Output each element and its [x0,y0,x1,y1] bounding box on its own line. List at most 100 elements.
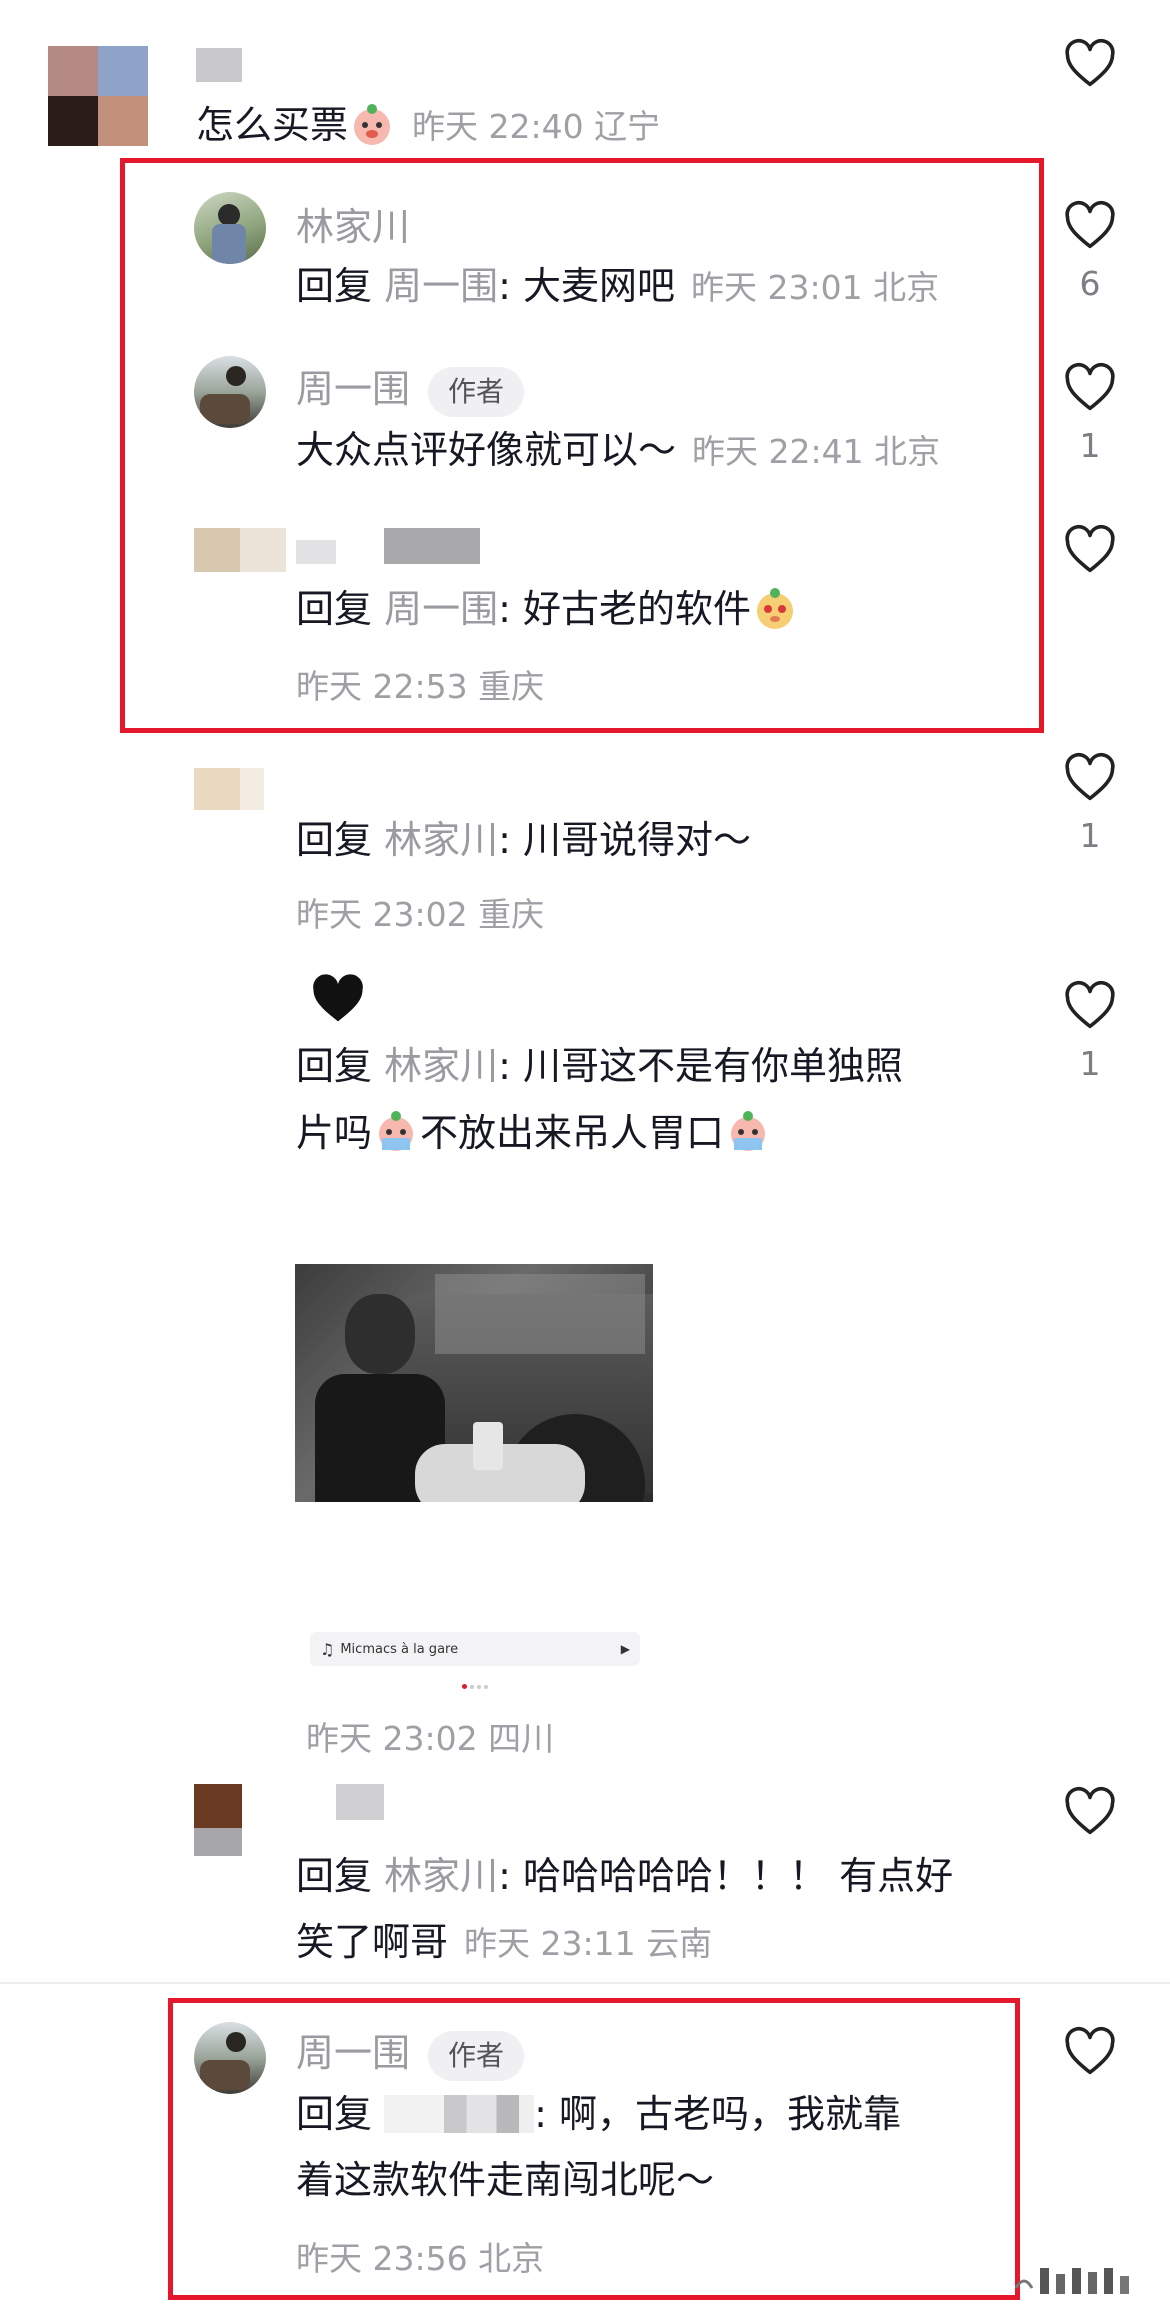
avatar[interactable] [48,46,148,146]
comment-time: 昨天 22:41 北京 [692,432,941,471]
avatar-redacted [240,528,286,572]
reply-to-user[interactable]: 林家川 [384,1044,498,1088]
heart-outline-icon [1065,2026,1115,2075]
dot [477,1685,481,1689]
reply-label: 回复 [296,1854,373,1898]
author-badge: 作者 [428,366,525,417]
dot-active [462,1684,467,1689]
music-title: Micmacs à la gare [340,1641,459,1657]
sticker-emoji [348,100,396,148]
music-note-icon: ♫ [320,1639,335,1659]
music-bar[interactable]: ♫ Micmacs à la gare ▶ [310,1632,640,1666]
like-count: 6 [1079,264,1101,303]
avatar-redacted[interactable] [194,768,240,810]
username[interactable]: 周一围 作者 [296,358,525,417]
comment-text: 回复 周一围: 好古老的软件 [296,584,799,633]
reply-to-user[interactable]: 周一围 [384,264,498,308]
comment-time: 昨天 23:56 北京 [296,2239,545,2278]
photo-cup [473,1422,503,1470]
comment-photo[interactable] [295,1264,653,1502]
comment-text: 大众点评好像就可以～ 昨天 22:41 北京 [296,426,940,476]
like-button[interactable]: 1 [1060,752,1120,855]
comment-content: : 川哥说得对～ [498,818,752,862]
username-redacted [196,48,242,82]
sticker-emoji [751,584,799,632]
like-count: 1 [1079,426,1101,465]
comment-content: 片吗 [296,1111,373,1155]
like-button[interactable] [1060,524,1120,574]
avatar[interactable] [194,192,266,264]
comment-content: 大众点评好像就可以～ [296,428,677,472]
username[interactable]: 周一围 作者 [296,2022,525,2081]
reply-label: 回复 [296,264,373,308]
comment-time: 昨天 23:02 四川 [306,1719,555,1758]
dot [470,1685,474,1689]
comment-content: : 哈哈哈哈哈！！！ 有点好 [498,1854,954,1898]
comment-content: 笑了啊哥 [296,1920,449,1964]
reply-to-user-redacted[interactable] [384,2095,535,2133]
avatar[interactable] [194,2022,266,2094]
reply-to-user[interactable]: 周一围 [384,587,498,631]
like-button[interactable]: 1 [1060,980,1120,1083]
comment-time: 昨天 22:40 辽宁 [412,107,661,146]
comment-time: 昨天 22:53 重庆 [296,667,545,706]
like-button[interactable] [1060,2026,1120,2076]
page-dots [462,1674,488,1693]
avatar-redacted [240,768,264,810]
username-redacted [336,1784,384,1820]
username-text[interactable]: 周一围 [296,367,410,411]
photo-person-head [345,1294,415,1374]
reply-label: 回复 [296,2092,373,2136]
dot [484,1685,488,1689]
heart-outline-icon [1065,200,1115,249]
avatar-redacted[interactable] [194,1784,242,1828]
crying-sticker-emoji [372,1108,420,1156]
heart-outline-icon [1065,38,1115,87]
comment-text-line2: 着这款软件走南闯北呢～ [296,2158,715,2202]
like-button[interactable]: 1 [1060,362,1120,465]
like-button[interactable] [1060,1786,1120,1836]
comment-text-line2: 片吗 不放出来吊人胃口 [296,1108,772,1157]
heart-outline-icon [1065,980,1115,1029]
comment-content: : 好古老的软件 [498,587,752,631]
like-button[interactable]: 6 [1060,200,1120,303]
heart-outline-icon [1065,1786,1115,1835]
heart-outline-icon [1065,524,1115,573]
comment-time: 昨天 23:01 北京 [691,268,940,307]
crying-sticker-emoji [724,1108,772,1156]
username-redacted [384,528,480,564]
comment-text: 回复 周一围: 大麦网吧 昨天 23:01 北京 [296,262,939,312]
black-heart-emoji[interactable] [310,970,366,1026]
reply-to-user[interactable]: 林家川 [384,818,498,862]
comment-content: 不放出来吊人胃口 [420,1111,725,1155]
comment-time: 昨天 23:02 重庆 [296,895,545,934]
comment-text: 回复 林家川: 哈哈哈哈哈！！！ 有点好 [296,1852,953,1900]
avatar-redacted [194,1828,242,1856]
reply-label: 回复 [296,587,373,631]
reply-label: 回复 [296,818,373,862]
like-button[interactable] [1060,38,1120,88]
comment-text: 回复 林家川: 川哥这不是有你单独照 [296,1042,903,1090]
reply-to-user[interactable]: 林家川 [384,1854,498,1898]
comment-content: 怎么买票 [196,103,349,147]
like-count: 1 [1079,816,1101,855]
reply-label: 回复 [296,1044,373,1088]
comment-content: : 大麦网吧 [498,264,676,308]
heart-outline-icon [1065,752,1115,801]
username[interactable]: 林家川 [296,196,410,251]
comment-text: 回复 林家川: 川哥说得对～ [296,816,751,864]
watermark-logo [1012,2262,1142,2300]
comment-time: 昨天 23:11 云南 [464,1924,713,1963]
play-icon[interactable]: ▶ [621,1642,630,1656]
like-count: 1 [1079,1044,1101,1083]
divider [0,1982,1170,1984]
username-text[interactable]: 周一围 [296,2031,410,2075]
comment-text-line2: 笑了啊哥 昨天 23:11 云南 [296,1918,712,1968]
avatar[interactable] [194,356,266,428]
comment-content: : 川哥这不是有你单独照 [498,1044,904,1088]
heart-outline-icon [1065,362,1115,411]
username-redacted [296,540,336,564]
avatar-redacted[interactable] [194,528,240,572]
comment-content: : 啊，古老吗，我就靠 [534,2092,901,2136]
comment-text: 怎么买票 昨天 22:40 辽宁 [196,100,660,151]
